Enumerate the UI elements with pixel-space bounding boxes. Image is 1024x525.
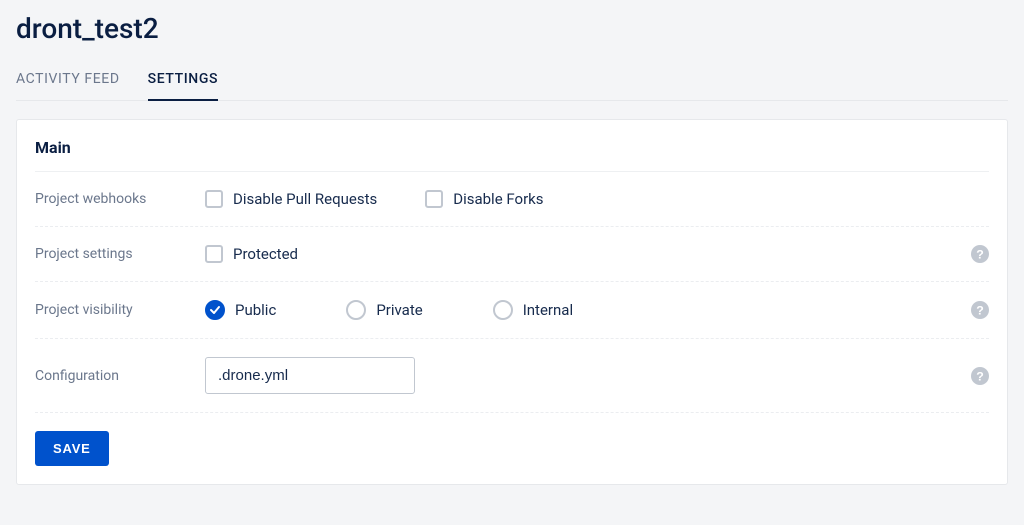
tabs: Activity Feed Settings bbox=[16, 53, 1008, 101]
label-project-settings: Project settings bbox=[35, 246, 205, 262]
settings-card: Main Project webhooks Disable Pull Reque… bbox=[16, 119, 1008, 485]
svg-text:?: ? bbox=[976, 369, 984, 383]
tab-activity-feed[interactable]: Activity Feed bbox=[16, 63, 120, 100]
label-project-webhooks: Project webhooks bbox=[35, 191, 205, 207]
radio-icon bbox=[346, 300, 366, 320]
tab-settings[interactable]: Settings bbox=[148, 63, 218, 101]
checkbox-protected[interactable]: Protected bbox=[205, 245, 298, 263]
radio-private[interactable]: Private bbox=[346, 300, 422, 320]
row-project-visibility: Project visibility Public Private Intern… bbox=[35, 282, 989, 339]
help-icon[interactable]: ? bbox=[971, 245, 989, 263]
svg-text:?: ? bbox=[976, 248, 984, 262]
svg-text:?: ? bbox=[976, 304, 984, 318]
checkbox-disable-pull-requests[interactable]: Disable Pull Requests bbox=[205, 190, 377, 208]
card-header: Main bbox=[35, 120, 989, 172]
checkbox-label: Disable Pull Requests bbox=[233, 190, 377, 208]
section-heading: Main bbox=[35, 138, 989, 157]
page-title: dront_test2 bbox=[16, 0, 1008, 53]
configuration-input[interactable] bbox=[205, 357, 415, 394]
radio-public[interactable]: Public bbox=[205, 300, 276, 320]
row-configuration: Configuration ? bbox=[35, 339, 989, 413]
row-project-webhooks: Project webhooks Disable Pull Requests D… bbox=[35, 172, 989, 227]
radio-icon bbox=[205, 300, 225, 320]
checkbox-icon bbox=[205, 245, 223, 263]
help-icon[interactable]: ? bbox=[971, 367, 989, 385]
radio-label: Private bbox=[376, 301, 422, 319]
radio-internal[interactable]: Internal bbox=[493, 300, 573, 320]
checkbox-disable-forks[interactable]: Disable Forks bbox=[425, 190, 543, 208]
checkbox-icon bbox=[205, 190, 223, 208]
row-project-settings: Project settings Protected ? bbox=[35, 227, 989, 282]
checkbox-label: Disable Forks bbox=[453, 190, 543, 208]
radio-label: Internal bbox=[523, 301, 573, 319]
radio-label: Public bbox=[235, 301, 276, 319]
save-button[interactable]: Save bbox=[35, 431, 109, 466]
checkbox-icon bbox=[425, 190, 443, 208]
label-project-visibility: Project visibility bbox=[35, 302, 205, 318]
radio-icon bbox=[493, 300, 513, 320]
label-configuration: Configuration bbox=[35, 368, 205, 384]
help-icon[interactable]: ? bbox=[971, 301, 989, 319]
checkbox-label: Protected bbox=[233, 245, 298, 263]
